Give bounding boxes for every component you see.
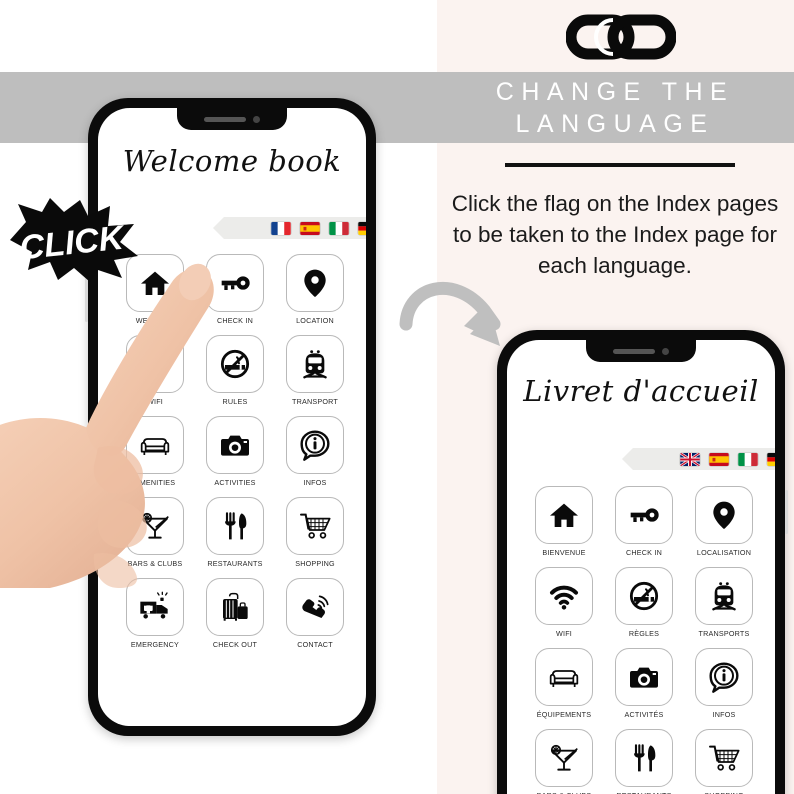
icon-grid-cell[interactable]: SHOPPING [687,729,761,794]
icon-grid-cell[interactable]: RESTAURANTS [607,729,681,794]
flag-list-right [680,452,775,466]
icon-grid-cell[interactable]: CONTACT [278,578,352,649]
icon-grid-label: WIFI [556,629,572,638]
language-flag-ribbon-left[interactable] [213,217,366,239]
wifi-icon[interactable] [535,567,593,625]
front-camera-icon [662,347,669,355]
icon-grid-cell[interactable]: CHECK IN [607,486,681,557]
ribbon-notch [622,448,633,470]
icon-grid-cell[interactable]: INFOS [278,416,352,487]
camera-icon[interactable] [615,648,673,706]
phone-side-button-right[interactable] [785,490,788,534]
icon-grid-cell[interactable]: WIFI [527,567,601,638]
icon-grid-label: TRANSPORT [292,397,338,406]
phone-ringing-icon[interactable] [286,578,344,636]
icon-grid-cell[interactable]: EMERGENCY [118,578,192,649]
screen-title-left: Welcome book [122,144,342,178]
flag-germany[interactable] [358,221,366,235]
icon-grid-cell[interactable]: INFOS [687,648,761,719]
train-icon[interactable] [286,335,344,393]
info-bubble-icon[interactable] [695,648,753,706]
poster-canvas: CHANGE THE LANGUAGE Click the flag on th… [0,0,794,794]
flag-germany[interactable] [767,452,775,466]
front-camera-icon [253,115,260,123]
icon-grid-label: CHECK IN [626,548,662,557]
flag-list-left [271,221,366,235]
icon-grid-cell[interactable]: LOCATION [278,254,352,325]
speaker-grille-icon [613,348,655,354]
icon-grid-label: ACTIVITÉS [624,710,664,719]
page-title-line2: LANGUAGE [515,110,715,138]
icon-grid-label: RÈGLES [628,629,660,638]
icon-grid-label: CONTACT [297,640,333,649]
page-title: CHANGE THE LANGUAGE [445,76,785,140]
icon-grid-label: EMERGENCY [130,640,180,649]
page-title-line1: CHANGE THE [495,78,735,106]
flag-spain[interactable] [709,452,729,466]
phone-notch-left [177,108,287,130]
map-pin-icon[interactable] [286,254,344,312]
icon-grid-right: BIENVENUE CHECK IN LOCALISATION WIFI RÈGLES T… [527,486,761,794]
icon-grid-cell[interactable]: SHOPPING [278,497,352,568]
icon-grid-cell[interactable]: RÈGLES [607,567,681,638]
flag-spain[interactable] [300,221,320,235]
title-divider [505,163,735,167]
icon-grid-label: LOCALISATION [696,548,752,557]
icon-grid-label: INFOS [712,710,736,719]
icon-grid-cell[interactable]: TRANSPORT [278,335,352,406]
language-flag-ribbon-right[interactable] [622,448,775,470]
cocktail-icon[interactable] [535,729,593,787]
icon-grid-cell[interactable]: TRANSPORTS [687,567,761,638]
icon-grid-label: INFOS [303,478,327,487]
shopping-cart-icon[interactable] [695,729,753,787]
icon-grid-cell[interactable]: CHECK OUT [198,578,272,649]
icon-grid-label: CHECK OUT [212,640,258,649]
flag-italy[interactable] [738,452,758,466]
chain-link-icon [565,6,677,68]
icon-grid-cell[interactable]: BARS & CLUBS [527,729,601,794]
flag-france[interactable] [271,221,291,235]
shopping-cart-icon[interactable] [286,497,344,555]
flag-united-kingdom[interactable] [680,452,700,466]
icon-grid-cell[interactable]: BIENVENUE [527,486,601,557]
icon-grid-label: ÉQUIPEMENTS [536,710,592,719]
cutlery-icon[interactable] [615,729,673,787]
icon-grid-label: BIENVENUE [542,548,586,557]
no-smoking-icon[interactable] [615,567,673,625]
phone-notch-right [586,340,696,362]
screen-title-right: Livret d'accueil [523,374,759,408]
phone-french: Livret d'accueil BIENVENUE CHECK IN LOCALI… [497,330,788,794]
icon-grid-label: LOCATION [296,316,334,325]
pointing-hand-image [0,216,230,588]
icon-grid-cell[interactable]: LOCALISATION [687,486,761,557]
map-pin-icon[interactable] [695,486,753,544]
speaker-grille-icon [204,116,246,122]
train-icon[interactable] [695,567,753,625]
flag-italy[interactable] [329,221,349,235]
icon-grid-label: TRANSPORTS [698,629,750,638]
icon-grid-cell[interactable]: ACTIVITÉS [607,648,681,719]
home-icon[interactable] [535,486,593,544]
icon-grid-label: SHOPPING [295,559,335,568]
key-icon[interactable] [615,486,673,544]
phone-screen-right: Livret d'accueil BIENVENUE CHECK IN LOCALI… [507,340,775,794]
sofa-icon[interactable] [535,648,593,706]
icon-grid-cell[interactable]: ÉQUIPEMENTS [527,648,601,719]
info-bubble-icon[interactable] [286,416,344,474]
